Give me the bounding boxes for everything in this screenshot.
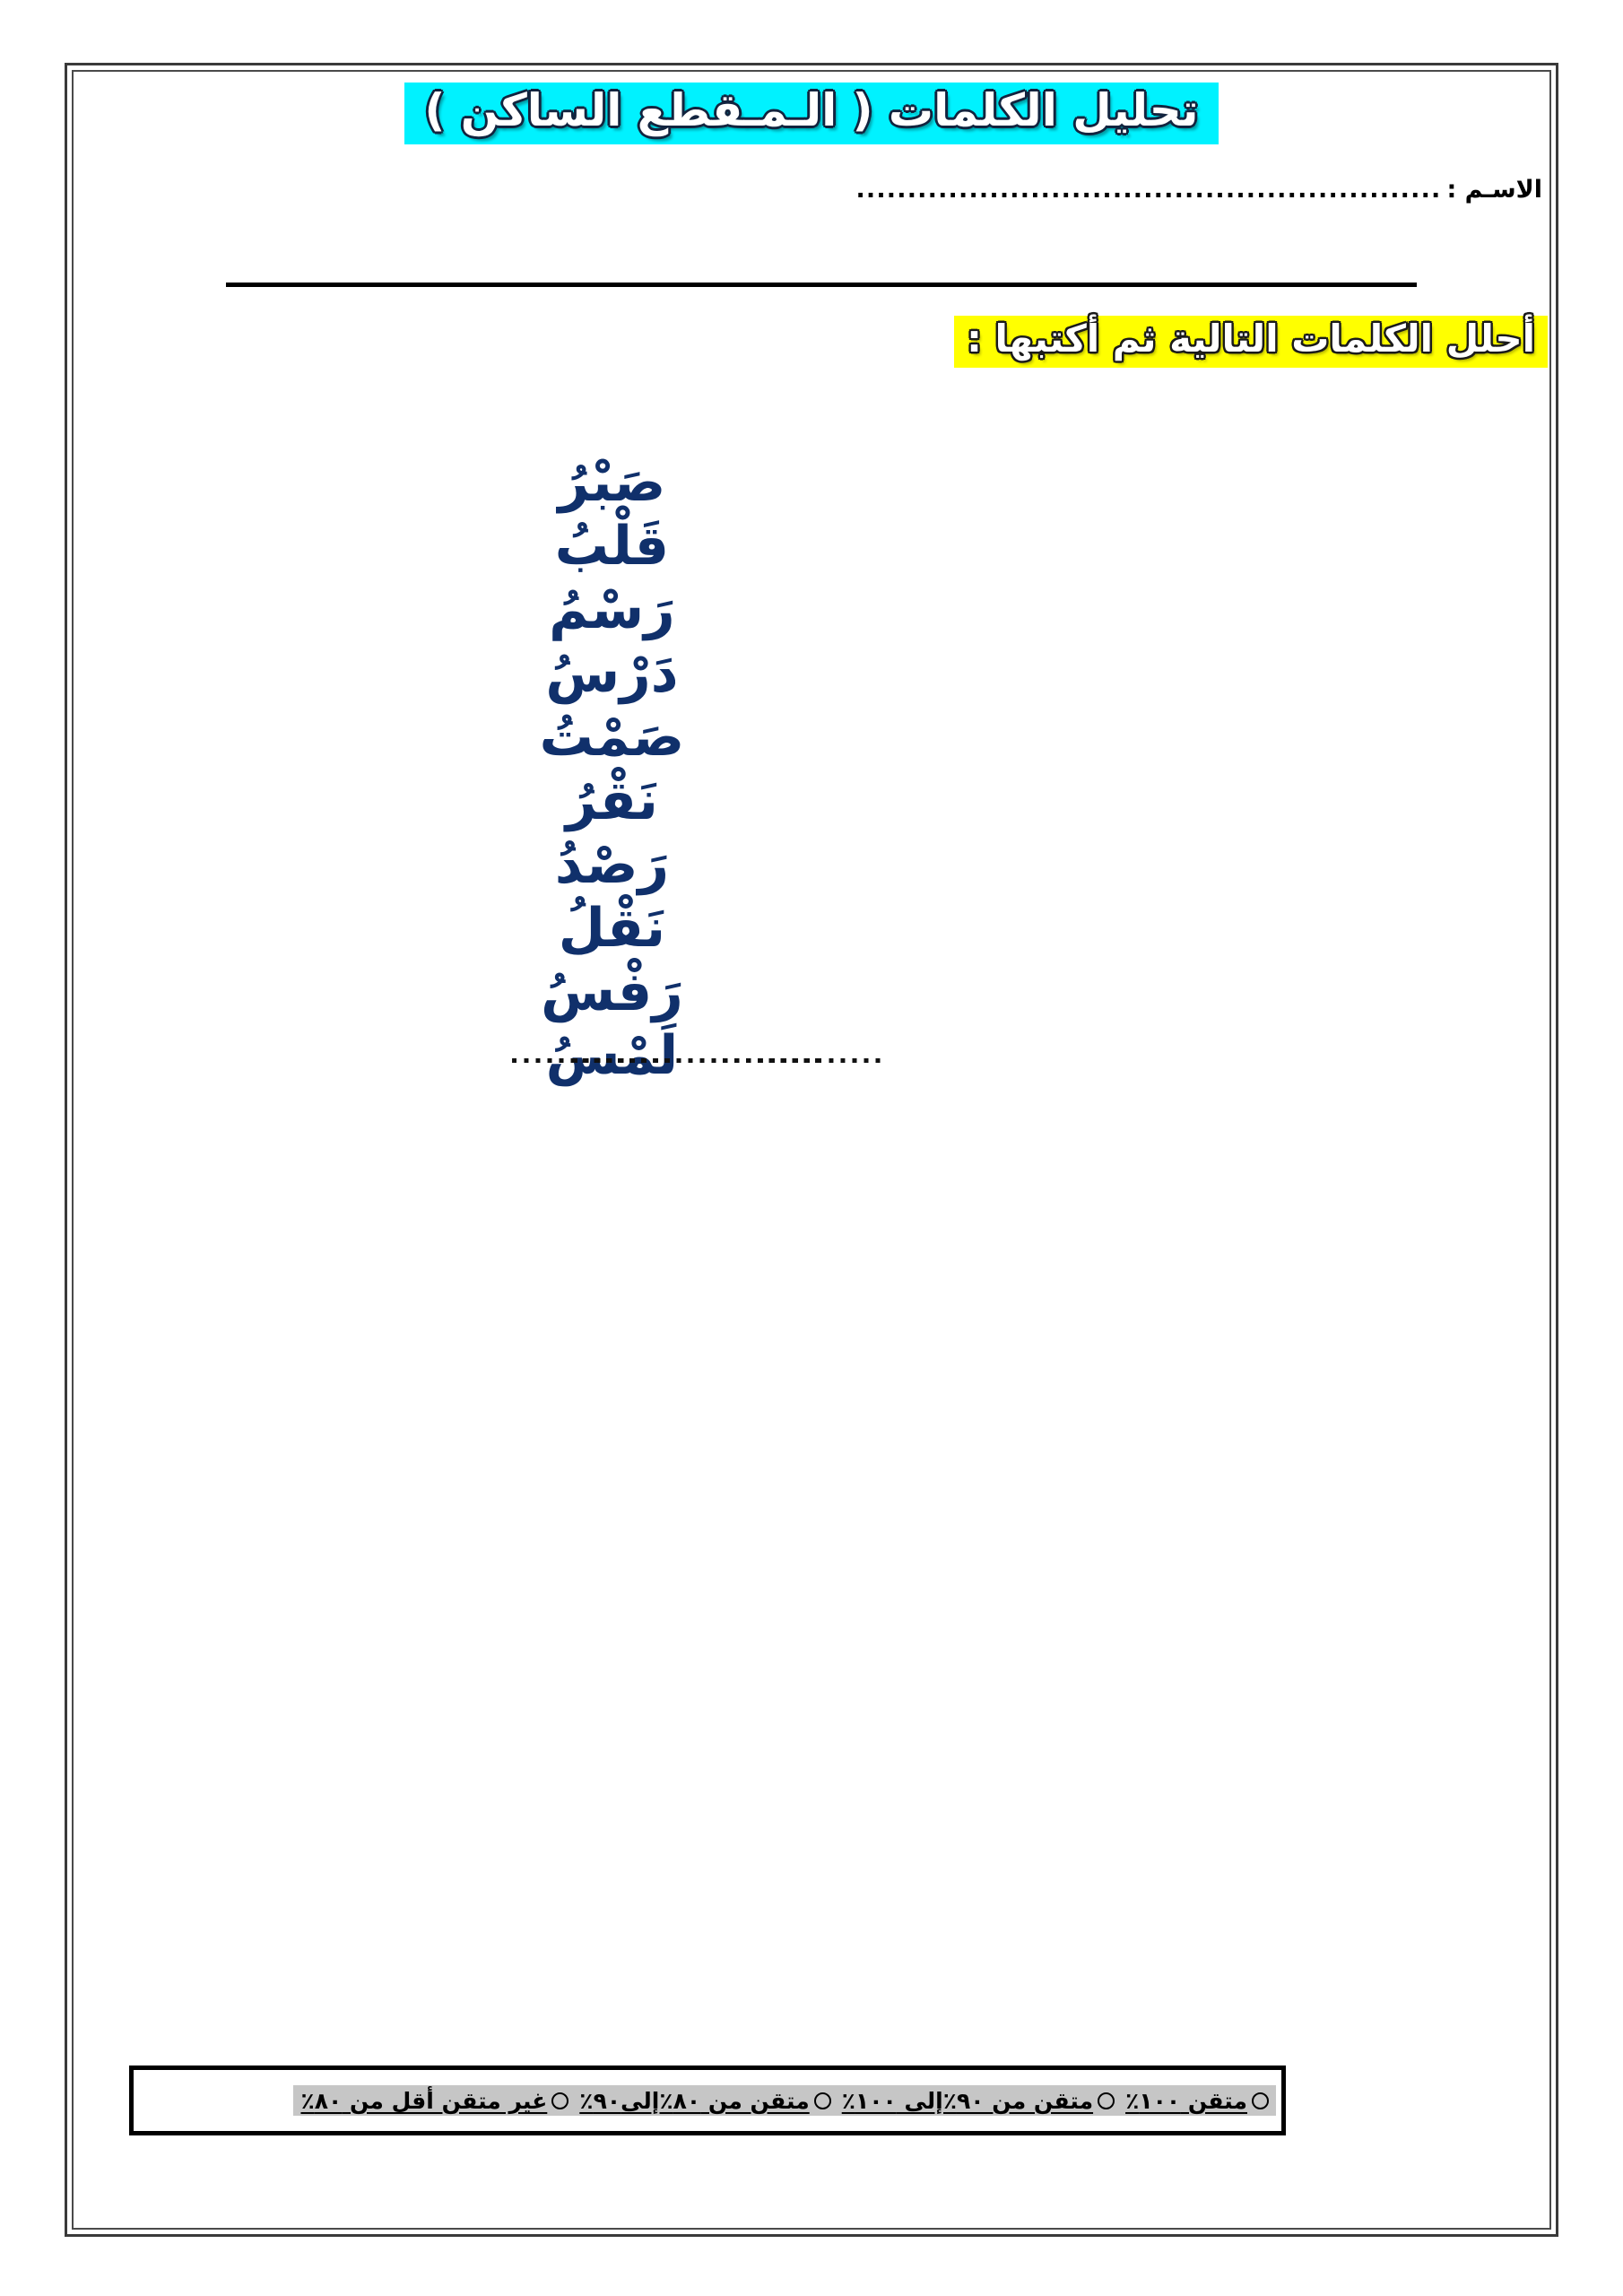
word-text: نَقْلُ: [558, 897, 666, 960]
assessment-option-mastery-90-100[interactable]: متقن من ٩٠٪إلى ١٠٠٪: [842, 2088, 1115, 2114]
table-row: ................................: [143, 517, 882, 1067]
worksheet-table-area: صَبْرُ ...................... ..........…: [142, 452, 1254, 1091]
answer-blank-cell[interactable]: ......................: [570, 772, 1252, 1067]
word-text: صَمْتُ: [539, 706, 685, 769]
answer-blank-cell-wide[interactable]: ................................: [143, 1027, 882, 1089]
radio-circle-icon[interactable]: [1098, 2092, 1115, 2109]
header-divider: [226, 283, 1417, 287]
word-cell: نَقْرُ: [495, 772, 729, 834]
table-row: رَفْسُ ...................... ..........…: [495, 963, 1252, 1068]
answer-blank-cell[interactable]: ......................: [570, 517, 991, 1067]
answer-blank-cell[interactable]: ......................: [570, 517, 1252, 1067]
word-text: قَلْبُ: [554, 515, 670, 578]
answer-blank-cell[interactable]: ......................: [570, 900, 1252, 1067]
table-row: نَقْرُ ...................... ..........…: [495, 772, 1252, 1068]
answer-blank-cell-wide[interactable]: ................................: [143, 645, 882, 1067]
answer-dots: ................................: [509, 1044, 886, 1067]
word-text: نَقْرُ: [565, 770, 658, 832]
name-field: الاسـم : ...............................…: [855, 176, 1542, 204]
table-row: ................................: [143, 1027, 882, 1089]
table-row: ................................: [143, 900, 882, 1067]
instruction-text: أحلل الكلمات التالية ثم أكتبها :: [967, 317, 1535, 361]
table-row: ................................: [143, 836, 882, 1067]
name-input-dots[interactable]: ........................................…: [855, 176, 1441, 204]
table-row: ................................: [143, 454, 882, 1067]
table-row: ................................: [143, 772, 882, 1067]
assessment-option-label: متقن من ٩٠٪إلى ١٠٠٪: [841, 2088, 1094, 2114]
assessment-box: متقن ١٠٠٪ متقن من ٩٠٪إلى ١٠٠٪ متقن من ٨٠…: [129, 2066, 1286, 2135]
answer-blank-cell[interactable]: ......................: [570, 454, 1252, 1067]
assessment-option-not-mastered[interactable]: غير متقن أقل من ٨٠٪: [300, 2088, 569, 2114]
assessment-options-strip: متقن ١٠٠٪ متقن من ٩٠٪إلى ١٠٠٪ متقن من ٨٠…: [293, 2085, 1276, 2116]
word-cell: قَلْبُ: [495, 517, 729, 579]
assessment-option-label: متقن من ٨٠٪إلى٩٠٪: [579, 2088, 810, 2114]
assessment-option-mastery-100[interactable]: متقن ١٠٠٪: [1125, 2088, 1269, 2114]
answer-blank-cell[interactable]: ......................: [570, 581, 1252, 1067]
wide-answer-table-body: ................................ .......…: [143, 454, 882, 1089]
worksheet-sheet: تحليل الكلمات ( الـمـقطع الساكن ) الاسـم…: [74, 72, 1549, 2228]
radio-circle-icon[interactable]: [1252, 2092, 1269, 2109]
title-banner: تحليل الكلمات ( الـمـقطع الساكن ): [404, 83, 1219, 144]
word-text: رَصْدُ: [554, 833, 670, 896]
table-row: ................................: [143, 709, 882, 1067]
answer-blank-cell[interactable]: ......................: [570, 836, 991, 1067]
answer-blank-cell-wide[interactable]: ................................: [143, 900, 882, 1067]
answer-blank-cell-wide[interactable]: ................................: [143, 772, 882, 1067]
words-table-body: صَبْرُ ...................... ..........…: [495, 454, 1252, 1089]
answer-blank-cell-wide[interactable]: ................................: [143, 836, 882, 1067]
word-cell: رَسْمُ: [495, 581, 729, 643]
radio-circle-icon[interactable]: [551, 2092, 569, 2109]
table-row: ................................: [143, 645, 882, 1067]
wide-answer-table: ................................ .......…: [142, 452, 882, 1091]
table-row: نَقْلُ ...................... ..........…: [495, 900, 1252, 1068]
table-row: ................................: [143, 581, 882, 1067]
answer-blank-cell-wide[interactable]: ................................: [143, 517, 882, 1067]
title-row: تحليل الكلمات ( الـمـقطع الساكن ): [74, 83, 1549, 144]
answer-blank-cell[interactable]: ......................: [570, 836, 1252, 1067]
word-cell: دَرْسُ: [495, 645, 729, 707]
word-cell: رَصْدُ: [495, 836, 729, 898]
word-text: رَفْسُ: [541, 961, 683, 1023]
answer-blank-cell[interactable]: ......................: [570, 772, 991, 1067]
word-text: رَسْمُ: [549, 578, 675, 641]
word-cell: نَقْلُ: [495, 900, 729, 961]
assessment-option-label: غير متقن أقل من ٨٠٪: [300, 2088, 548, 2114]
radio-circle-icon[interactable]: [813, 2092, 831, 2109]
table-row: صَبْرُ ...................... ..........…: [495, 454, 1252, 1068]
answer-blank-cell[interactable]: ......................: [570, 963, 991, 1067]
words-table: صَبْرُ ...................... ..........…: [493, 452, 1254, 1091]
answer-blank-cell[interactable]: ......................: [570, 900, 991, 1067]
table-gap-spacer: [473, 452, 493, 1091]
answer-blank-cell[interactable]: ......................: [570, 454, 991, 1067]
word-cell: رَفْسُ: [495, 963, 729, 1025]
word-cell: صَبْرُ: [495, 454, 729, 516]
answer-blank-cell[interactable]: ......................: [570, 963, 1252, 1067]
page-title: تحليل الكلمات ( الـمـقطع الساكن ): [424, 84, 1199, 136]
word-cell: صَمْتُ: [495, 709, 729, 770]
answer-blank-cell[interactable]: ......................: [570, 645, 1252, 1067]
table-row: دَرْسُ ...................... ..........…: [495, 645, 1252, 1068]
table-row: قَلْبُ ...................... ..........…: [495, 517, 1252, 1068]
table-row: رَصْدُ ...................... ..........…: [495, 836, 1252, 1068]
name-label: الاسـم :: [1446, 176, 1542, 204]
answer-blank-cell[interactable]: ......................: [570, 581, 991, 1067]
answer-blank-cell-wide[interactable]: ................................: [143, 454, 882, 1067]
assessment-option-mastery-80-90[interactable]: متقن من ٨٠٪إلى٩٠٪: [579, 2088, 831, 2114]
table-row: صَمْتُ ...................... ..........…: [495, 709, 1252, 1068]
table-row: رَسْمُ ...................... ..........…: [495, 581, 1252, 1068]
answer-blank-cell-wide[interactable]: ................................: [143, 581, 882, 1067]
answer-blank-cell-wide[interactable]: ................................: [143, 963, 882, 1067]
instruction-row: أحلل الكلمات التالية ثم أكتبها :: [954, 316, 1548, 369]
assessment-option-label: متقن ١٠٠٪: [1125, 2088, 1247, 2114]
answer-blank-cell[interactable]: ......................: [570, 709, 991, 1067]
answer-blank-cell[interactable]: ......................: [570, 645, 991, 1067]
word-text: دَرْسُ: [545, 642, 679, 705]
word-text: صَبْرُ: [558, 451, 666, 514]
answer-blank-cell[interactable]: ......................: [570, 709, 1252, 1067]
table-row: ................................: [143, 963, 882, 1067]
answer-blank-cell-wide[interactable]: ................................: [143, 709, 882, 1067]
instruction-banner: أحلل الكلمات التالية ثم أكتبها :: [954, 316, 1548, 369]
